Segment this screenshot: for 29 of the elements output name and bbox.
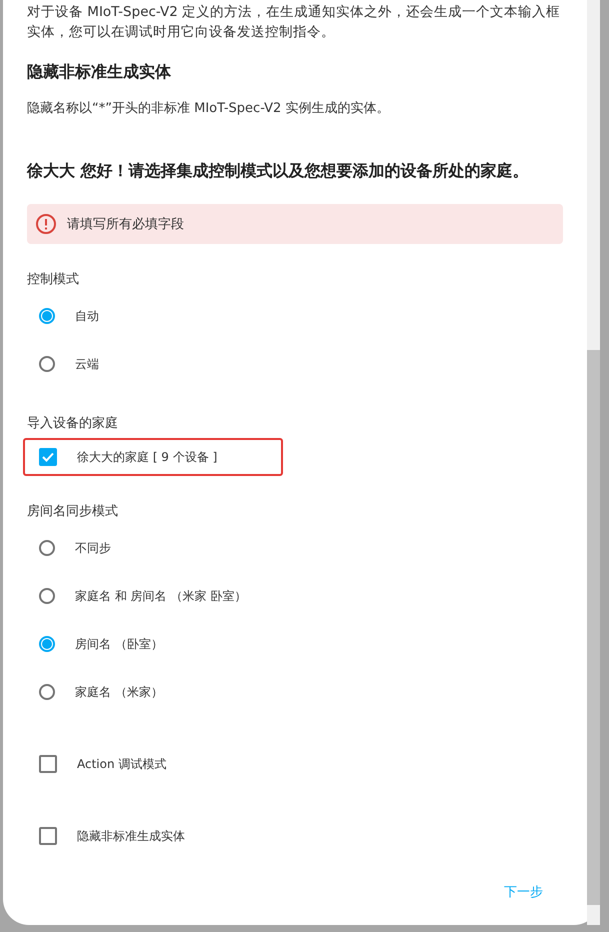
alert-text: 请填写所有必填字段 bbox=[67, 216, 184, 233]
radio-label: 房间名 （卧室） bbox=[75, 636, 163, 652]
radio-label: 家庭名 和 房间名 （米家 卧室） bbox=[75, 588, 246, 604]
scrollbar-thumb[interactable] bbox=[587, 350, 600, 905]
checkbox[interactable] bbox=[39, 827, 57, 845]
radio-label: 自动 bbox=[75, 308, 99, 324]
checkbox-label: 隐藏非标准生成实体 bbox=[77, 828, 185, 844]
radio-label: 云端 bbox=[75, 356, 99, 372]
radio-button[interactable] bbox=[39, 636, 55, 652]
field-label: 房间名同步模式 bbox=[27, 503, 119, 520]
dialog-title: 徐大大 您好！请选择集成控制模式以及您想要添加的设备所处的家庭。 bbox=[27, 161, 530, 182]
radio-label: 家庭名 （米家） bbox=[75, 684, 163, 700]
checkbox-label: 徐大大的家庭 [ 9 个设备 ] bbox=[77, 448, 218, 466]
checkbox[interactable] bbox=[39, 448, 57, 466]
radio-button[interactable] bbox=[39, 308, 55, 324]
section-description: 隐藏名称以“*”开头的非标准 MIoT-Spec-V2 实例生成的实体。 bbox=[27, 100, 390, 117]
intro-paragraph: 对于设备 MIoT-Spec-V2 定义的方法，在生成通知实体之外，还会生成一个文本输入框实体，您可以在调试时用它向设备发送控制指令。 bbox=[27, 3, 562, 42]
section-heading: 隐藏非标准生成实体 bbox=[27, 62, 172, 83]
radio-button[interactable] bbox=[39, 356, 55, 372]
radio-button[interactable] bbox=[39, 588, 55, 604]
checkbox[interactable] bbox=[39, 755, 57, 773]
checkbox-label: Action 调试模式 bbox=[77, 756, 166, 772]
radio-label: 不同步 bbox=[75, 540, 111, 556]
radio-button[interactable] bbox=[39, 684, 55, 700]
next-button[interactable]: 下一步 bbox=[500, 879, 547, 905]
error-icon bbox=[35, 213, 57, 235]
field-label: 导入设备的家庭 bbox=[27, 415, 119, 432]
field-label: 控制模式 bbox=[27, 271, 80, 288]
radio-button[interactable] bbox=[39, 540, 55, 556]
